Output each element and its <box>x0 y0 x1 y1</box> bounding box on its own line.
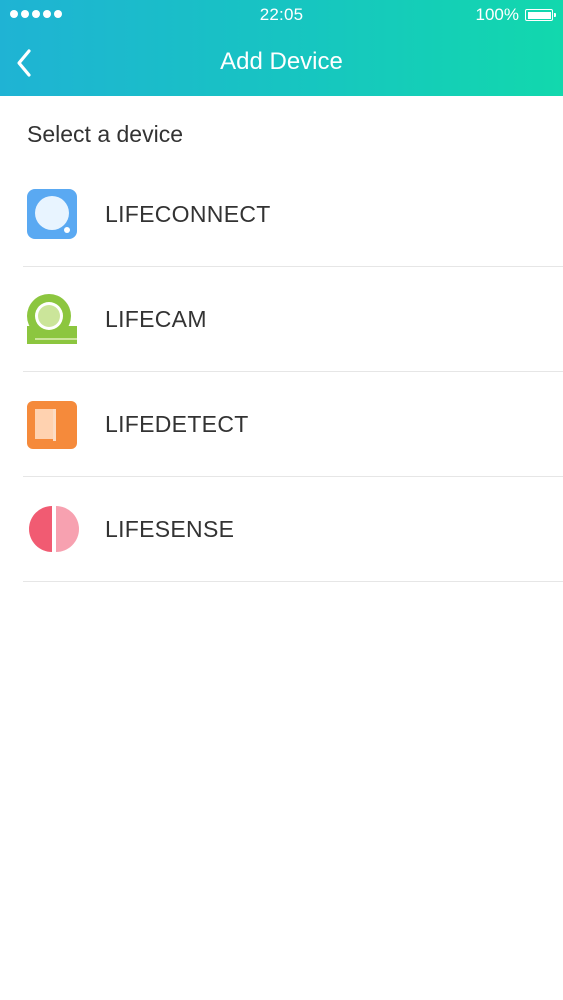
lifeconnect-icon <box>27 189 77 239</box>
device-label: LIFECAM <box>105 306 207 332</box>
status-bar: 22:05 100% <box>0 0 563 32</box>
lifedetect-icon <box>27 401 77 449</box>
battery-percent: 100% <box>475 5 519 24</box>
device-item-lifesense[interactable]: LIFESENSE <box>0 477 563 582</box>
page-title: Add Device <box>220 48 343 75</box>
lifesense-icon <box>29 506 79 552</box>
battery-icon <box>525 9 556 21</box>
device-label: LIFESENSE <box>105 516 235 542</box>
device-item-lifeconnect[interactable]: LIFECONNECT <box>0 162 563 267</box>
device-label: LIFECONNECT <box>105 201 271 227</box>
battery-status: 100% <box>475 5 556 25</box>
device-item-lifedetect[interactable]: LIFEDETECT <box>0 372 563 477</box>
device-item-lifecam[interactable]: LIFECAM <box>0 267 563 372</box>
app-header: 22:05 100% Add Device <box>0 0 563 96</box>
device-list: LIFECONNECT LIFECAM LIFEDETECT LIFESENSE <box>0 162 563 582</box>
section-title: Select a device <box>27 121 183 147</box>
lifecam-icon <box>27 294 77 344</box>
device-label: LIFEDETECT <box>105 411 249 437</box>
